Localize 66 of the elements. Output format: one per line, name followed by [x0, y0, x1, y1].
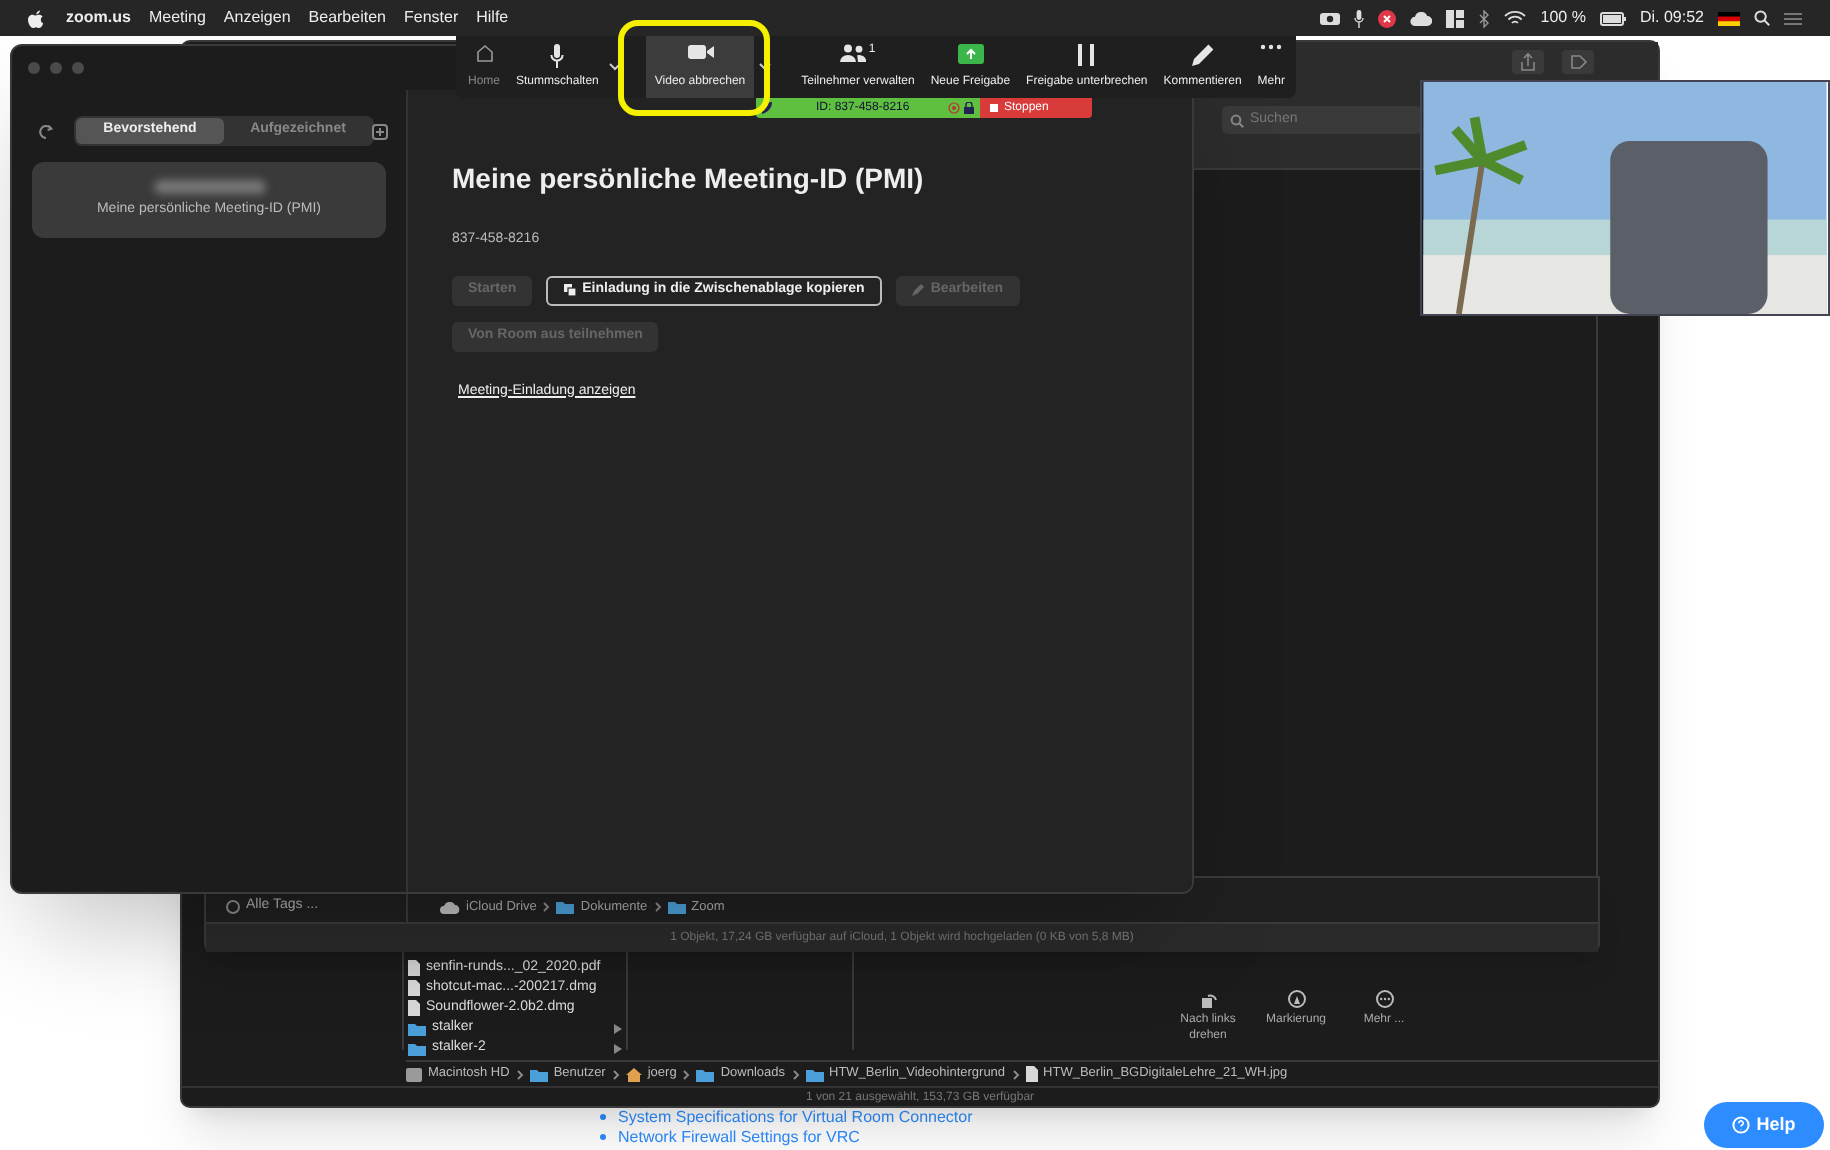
markup-icon — [1287, 990, 1305, 1008]
drive-icon — [406, 1067, 422, 1081]
folder-icon — [529, 1067, 548, 1081]
chevron-icon — [611, 1069, 620, 1079]
folder-icon — [556, 900, 575, 915]
search-icon — [1230, 113, 1244, 127]
bullet-icon — [600, 1134, 606, 1140]
home-icon — [475, 43, 493, 61]
chevron-icon — [791, 1069, 799, 1079]
blurred-text — [153, 179, 265, 194]
more-icon — [1375, 990, 1393, 1008]
chevron-icon — [542, 902, 551, 913]
people-icon — [840, 43, 867, 61]
battery-icon[interactable] — [1599, 11, 1626, 25]
pause-icon — [1078, 43, 1095, 65]
wifi-icon[interactable] — [1504, 10, 1527, 26]
chevron-icon — [682, 1069, 691, 1079]
tag-icon[interactable] — [1562, 50, 1594, 74]
menu-item[interactable]: zoom.us — [66, 6, 131, 30]
chevron-icon — [653, 902, 662, 913]
folder-icon — [805, 1067, 823, 1081]
bluetooth-icon[interactable] — [1478, 9, 1491, 27]
record-icon — [948, 102, 960, 114]
caret-icon[interactable] — [608, 62, 623, 72]
chevron-icon — [515, 1069, 524, 1079]
rotate-icon — [1199, 990, 1217, 1008]
copy-icon — [564, 284, 577, 296]
flag-icon[interactable] — [1718, 11, 1740, 25]
menu-item[interactable]: Meeting — [148, 6, 206, 30]
folder-icon — [667, 900, 686, 915]
menu-icon[interactable] — [1784, 11, 1802, 25]
document-icon — [1025, 1066, 1038, 1082]
share-screen-icon — [957, 43, 984, 63]
refresh-icon[interactable] — [38, 124, 54, 140]
apple-logo-icon[interactable] — [28, 9, 44, 27]
pencil-icon — [912, 284, 925, 296]
bullet-icon — [600, 1114, 606, 1120]
chevron-icon — [1011, 1069, 1020, 1079]
cloud-icon[interactable] — [1410, 11, 1433, 25]
caret-icon[interactable] — [757, 62, 772, 72]
circle-icon — [226, 899, 240, 914]
video-camera-icon — [687, 43, 713, 59]
more-icon — [1260, 43, 1283, 49]
menu-item[interactable]: Anzeigen — [223, 6, 291, 30]
menu-item[interactable]: Bearbeiten — [308, 6, 386, 30]
pencil-icon — [1191, 43, 1214, 65]
share-icon[interactable] — [1512, 50, 1544, 74]
stop-icon — [990, 104, 998, 112]
cloud-icon — [440, 901, 460, 914]
menu-item[interactable]: Hilfe — [476, 6, 509, 30]
leaf-icon — [762, 102, 772, 114]
folder-icon — [696, 1067, 715, 1081]
menu-item[interactable]: Fenster — [403, 6, 459, 30]
search-icon[interactable] — [1754, 10, 1770, 26]
grid-icon[interactable] — [1446, 9, 1465, 27]
clock[interactable]: Di. 09:52 — [1639, 6, 1704, 30]
add-icon[interactable] — [372, 124, 388, 140]
microphone-icon[interactable] — [1354, 9, 1365, 27]
video-camera-icon[interactable] — [1320, 11, 1341, 25]
meeting-heading: Meine persönliche Meeting-ID (PMI) — [452, 160, 924, 196]
house-icon — [625, 1067, 642, 1081]
microphone-icon — [550, 43, 565, 67]
help-icon — [1732, 1116, 1751, 1134]
battery-percentage: 100 % — [1540, 6, 1586, 30]
close-icon[interactable] — [1378, 9, 1397, 27]
lock-icon — [964, 102, 974, 114]
